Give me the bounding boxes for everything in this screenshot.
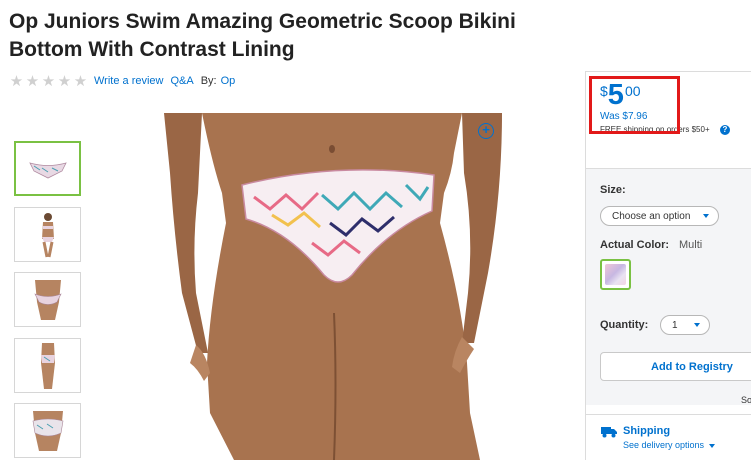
write-review-link[interactable]: Write a review [94, 75, 163, 87]
price-highlight-box [589, 76, 680, 134]
star-icon: ★ [73, 72, 88, 90]
delivery-options-label: See delivery options [623, 440, 705, 450]
thumbnail-5[interactable] [14, 403, 81, 458]
thumbnail-image [32, 410, 63, 451]
swatch-image [605, 264, 626, 285]
by-label: By: [200, 75, 217, 87]
brand-link[interactable]: Op [221, 75, 236, 87]
product-title: Op Juniors Swim Amazing Geometric Scoop … [9, 10, 516, 61]
product-meta: ★ ★ ★ ★ ★ Write a review Q&A By: Op [9, 73, 242, 89]
color-label: Actual Color: [600, 239, 670, 251]
star-icon: ★ [25, 72, 40, 90]
star-icon: ★ [9, 72, 24, 90]
add-to-registry-button[interactable]: Add to Registry [600, 352, 751, 381]
quantity-label: Quantity: [600, 319, 649, 331]
size-select-value: Choose an option [612, 210, 691, 222]
quantity-select[interactable]: 1 [660, 315, 710, 335]
shipping-title: Shipping [623, 425, 671, 437]
thumbnail-image [40, 342, 55, 389]
thumbnail-1[interactable] [14, 141, 81, 196]
chevron-down-icon [703, 214, 709, 218]
chevron-down-icon [709, 443, 716, 448]
truck-icon [601, 427, 617, 438]
thumbnail-4[interactable] [14, 338, 81, 393]
color-value: Multi [679, 239, 703, 251]
star-icon: ★ [41, 72, 56, 90]
size-label: Size: [600, 184, 626, 196]
clipped-text: So [741, 395, 751, 405]
quantity-select-value: 1 [672, 319, 678, 331]
main-product-image[interactable] [162, 113, 512, 460]
thumbnail-3[interactable] [14, 272, 81, 327]
delivery-options-link[interactable]: See delivery options [623, 440, 716, 450]
thumbnail-image [28, 161, 67, 178]
thumbnail-image [41, 212, 54, 257]
size-select[interactable]: Choose an option [600, 206, 719, 226]
chevron-down-icon [694, 323, 700, 327]
rating-stars[interactable]: ★ ★ ★ ★ ★ [9, 74, 88, 89]
star-icon: ★ [57, 72, 72, 90]
thumbnail-image [33, 279, 62, 320]
thumbnail-2[interactable] [14, 207, 81, 262]
zoom-plus-icon[interactable]: + [478, 123, 494, 139]
qa-link[interactable]: Q&A [170, 75, 193, 87]
color-swatch-multi[interactable] [600, 259, 631, 290]
help-icon[interactable]: ? [720, 125, 730, 135]
